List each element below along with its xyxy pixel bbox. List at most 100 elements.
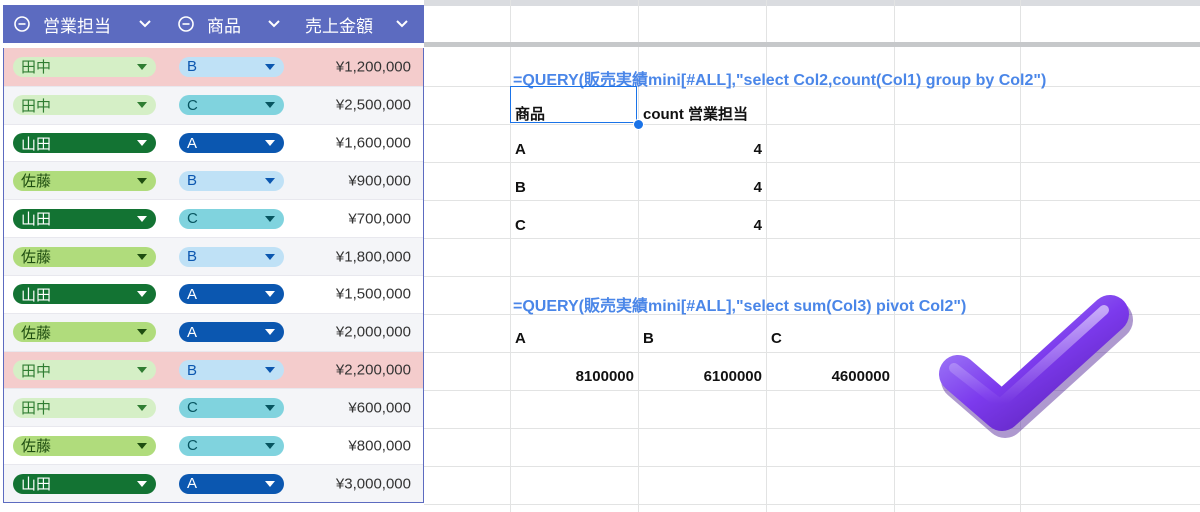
amount-cell[interactable]: ¥2,000,000 [336,324,411,341]
product-chip-label: B [187,248,198,266]
product-chip[interactable]: A [179,133,284,154]
table-row[interactable]: 田中 B ¥2,200,000 [4,350,423,389]
product-chip[interactable]: B [179,170,284,191]
chevron-down-icon[interactable] [267,17,281,31]
product-chip-label: C [187,437,198,455]
rep-chip[interactable]: 田中 [13,360,156,381]
table-row[interactable]: 田中 C ¥2,500,000 [4,85,423,124]
query2-value-a[interactable]: 8100000 [512,368,634,385]
filter-circle-icon[interactable] [177,15,195,33]
dropdown-arrow-icon[interactable] [137,177,147,184]
grid-row-line [424,504,1200,505]
amount-cell[interactable]: ¥600,000 [348,399,411,416]
selection-fill-handle[interactable] [633,119,644,130]
chevron-down-icon[interactable] [395,17,409,31]
dropdown-arrow-icon[interactable] [265,140,275,147]
dropdown-arrow-icon[interactable] [265,291,275,298]
dropdown-arrow-icon[interactable] [137,329,147,336]
table-row[interactable]: 山田 C ¥700,000 [4,199,423,238]
amount-cell[interactable]: ¥1,800,000 [336,248,411,265]
dropdown-arrow-icon[interactable] [137,367,147,374]
query1-product-cell[interactable]: B [515,179,526,196]
amount-cell[interactable]: ¥1,500,000 [336,286,411,303]
rep-chip[interactable]: 山田 [13,284,156,305]
amount-cell[interactable]: ¥2,500,000 [336,97,411,114]
rep-chip[interactable]: 佐藤 [13,170,156,191]
dropdown-arrow-icon[interactable] [137,480,147,487]
chevron-down-icon[interactable] [138,17,152,31]
product-chip[interactable]: B [179,246,284,267]
query2-header-c[interactable]: C [771,330,782,347]
dropdown-arrow-icon[interactable] [265,404,275,411]
table-row[interactable]: 佐藤 B ¥900,000 [4,161,423,200]
column-header-rep[interactable]: 営業担当 [13,5,111,43]
dropdown-arrow-icon[interactable] [265,215,275,222]
dropdown-arrow-icon[interactable] [265,442,275,449]
dropdown-arrow-icon[interactable] [137,442,147,449]
dropdown-arrow-icon[interactable] [137,63,147,70]
rep-chip[interactable]: 田中 [13,95,156,116]
filter-circle-icon[interactable] [13,15,31,33]
table-row[interactable]: 佐藤 A ¥2,000,000 [4,312,423,351]
query2-header-a[interactable]: A [515,330,526,347]
table-row[interactable]: 山田 A ¥3,000,000 [4,464,423,502]
rep-chip[interactable]: 山田 [13,208,156,229]
query1-header-count[interactable]: count 営業担当 [643,103,748,124]
rep-chip[interactable]: 佐藤 [13,435,156,456]
grid-row-line [424,162,1200,163]
amount-cell[interactable]: ¥700,000 [348,210,411,227]
query1-product-cell[interactable]: C [515,217,526,234]
dropdown-arrow-icon[interactable] [265,102,275,109]
rep-chip[interactable]: 佐藤 [13,246,156,267]
dropdown-arrow-icon[interactable] [137,291,147,298]
query2-value-b[interactable]: 6100000 [640,368,762,385]
rep-chip[interactable]: 佐藤 [13,322,156,343]
dropdown-arrow-icon[interactable] [137,140,147,147]
amount-cell[interactable]: ¥1,600,000 [336,135,411,152]
table-row[interactable]: 田中 C ¥600,000 [4,388,423,427]
query1-count-cell[interactable]: 4 [640,179,762,196]
query1-count-cell[interactable]: 4 [640,217,762,234]
product-chip[interactable]: A [179,322,284,343]
table-row[interactable]: 山田 A ¥1,600,000 [4,123,423,162]
grid-row-line [424,238,1200,239]
dropdown-arrow-icon[interactable] [265,367,275,374]
query2-formula[interactable]: =QUERY(販売実績mini[#ALL],"select sum(Col3) … [513,292,966,316]
query1-product-cell[interactable]: A [515,141,526,158]
dropdown-arrow-icon[interactable] [265,329,275,336]
product-chip[interactable]: A [179,284,284,305]
dropdown-arrow-icon[interactable] [137,215,147,222]
product-chip[interactable]: C [179,435,284,456]
dropdown-arrow-icon[interactable] [265,177,275,184]
dropdown-arrow-icon[interactable] [137,253,147,260]
amount-cell[interactable]: ¥3,000,000 [336,475,411,492]
product-chip[interactable]: B [179,360,284,381]
amount-cell[interactable]: ¥1,200,000 [336,58,411,75]
amount-cell[interactable]: ¥900,000 [348,172,411,189]
query1-count-cell[interactable]: 4 [640,141,762,158]
rep-chip[interactable]: 田中 [13,56,156,77]
table-row[interactable]: 佐藤 C ¥800,000 [4,426,423,465]
query2-value-c[interactable]: 4600000 [768,368,890,385]
rep-chip[interactable]: 山田 [13,133,156,154]
dropdown-arrow-icon[interactable] [265,253,275,260]
dropdown-arrow-icon[interactable] [265,480,275,487]
table-row[interactable]: 佐藤 B ¥1,800,000 [4,237,423,275]
column-header-product[interactable]: 商品 [177,5,241,43]
table-row[interactable]: 田中 B ¥1,200,000 [4,48,423,86]
rep-chip[interactable]: 山田 [13,473,156,494]
dropdown-arrow-icon[interactable] [265,63,275,70]
amount-cell[interactable]: ¥800,000 [348,437,411,454]
product-chip[interactable]: A [179,473,284,494]
product-chip[interactable]: C [179,95,284,116]
product-chip[interactable]: B [179,56,284,77]
query2-header-b[interactable]: B [643,330,654,347]
amount-cell[interactable]: ¥2,200,000 [336,362,411,379]
column-header-amount[interactable]: 売上金額 [305,5,373,43]
product-chip[interactable]: C [179,397,284,418]
dropdown-arrow-icon[interactable] [137,404,147,411]
product-chip[interactable]: C [179,208,284,229]
table-row[interactable]: 山田 A ¥1,500,000 [4,274,423,313]
dropdown-arrow-icon[interactable] [137,102,147,109]
rep-chip[interactable]: 田中 [13,397,156,418]
